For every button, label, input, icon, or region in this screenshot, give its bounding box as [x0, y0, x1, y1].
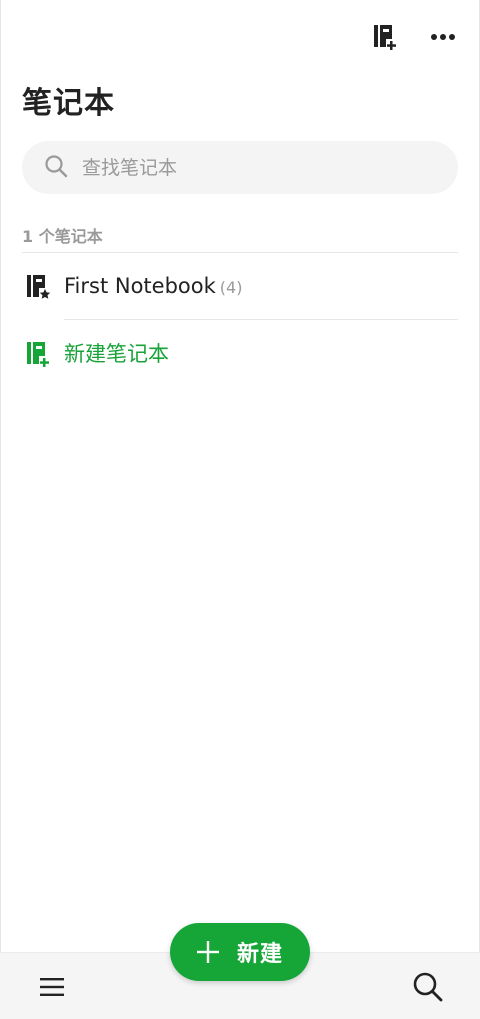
notebook-label: First Notebook (4): [64, 274, 242, 298]
add-notebook-icon: [25, 340, 51, 368]
menu-icon[interactable]: [38, 973, 66, 1001]
new-note-label: 新建: [236, 942, 283, 967]
notebook-note-count: (4): [219, 278, 243, 297]
create-notebook-label: 新建笔记本: [64, 342, 169, 366]
search-icon: [44, 154, 68, 182]
search-bar[interactable]: [22, 141, 458, 194]
new-note-button[interactable]: 新建: [170, 923, 310, 981]
notebook-count: 1 个笔记本: [22, 227, 103, 246]
notebook-name: First Notebook: [64, 274, 216, 298]
more-icon[interactable]: [428, 22, 458, 52]
new-notebook-icon[interactable]: [370, 22, 400, 52]
notebook-row-first-notebook[interactable]: First Notebook (4): [0, 253, 480, 319]
create-notebook-row[interactable]: 新建笔记本: [0, 320, 480, 386]
search-icon[interactable]: [412, 971, 444, 1003]
plus-icon: [196, 941, 219, 963]
page-title: 笔记本: [22, 86, 115, 121]
search-input[interactable]: [80, 155, 424, 180]
notebook-star-icon: [25, 273, 51, 301]
